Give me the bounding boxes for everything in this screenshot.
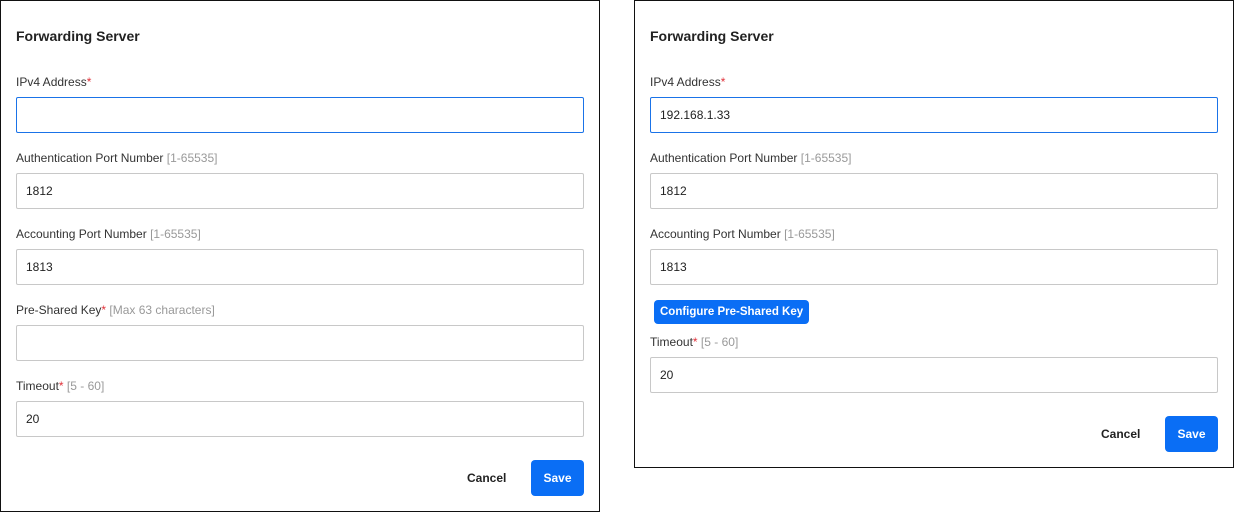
save-button[interactable]: Save [531, 460, 584, 496]
timeout-label: Timeout* [5 - 60] [16, 379, 105, 393]
acct-port-label: Accounting Port Number [1-65535] [650, 227, 835, 241]
dialog-title: Forwarding Server [16, 28, 140, 44]
auth-port-input[interactable] [650, 173, 1218, 209]
psk-input[interactable] [16, 325, 584, 361]
forwarding-server-dialog-empty: Forwarding Server IPv4 Address* Authenti… [0, 0, 600, 512]
acct-port-label: Accounting Port Number [1-65535] [16, 227, 201, 241]
timeout-input[interactable] [16, 401, 584, 437]
ipv4-input[interactable] [650, 97, 1218, 133]
configure-psk-button[interactable]: Configure Pre-Shared Key [654, 300, 810, 324]
ipv4-label: IPv4 Address* [16, 75, 92, 89]
timeout-label: Timeout* [5 - 60] [650, 335, 739, 349]
ipv4-input[interactable] [16, 97, 584, 133]
dialog-title: Forwarding Server [650, 28, 774, 44]
acct-port-input[interactable] [650, 249, 1218, 285]
forwarding-server-dialog-filled: Forwarding Server IPv4 Address* Authenti… [634, 0, 1234, 468]
auth-port-input[interactable] [16, 173, 584, 209]
cancel-button[interactable]: Cancel [467, 469, 506, 487]
save-button[interactable]: Save [1165, 416, 1218, 452]
cancel-button[interactable]: Cancel [1101, 425, 1140, 443]
acct-port-input[interactable] [16, 249, 584, 285]
auth-port-label: Authentication Port Number [1-65535] [16, 151, 218, 165]
auth-port-label: Authentication Port Number [1-65535] [650, 151, 852, 165]
psk-label: Pre-Shared Key* [Max 63 characters] [16, 303, 215, 317]
timeout-input[interactable] [650, 357, 1218, 393]
ipv4-label: IPv4 Address* [650, 75, 726, 89]
